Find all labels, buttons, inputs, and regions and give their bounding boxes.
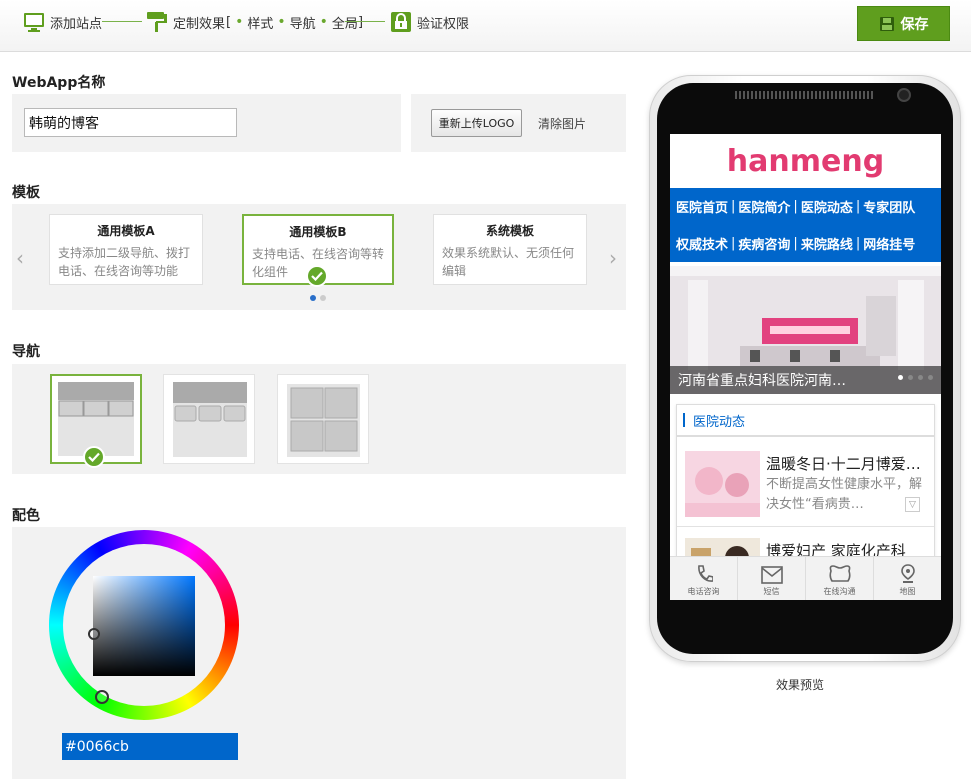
webapp-name-title: WebApp名称	[12, 75, 106, 91]
news-header-bar	[683, 413, 685, 427]
monitor-icon	[24, 13, 44, 32]
option-global[interactable]: 全局	[332, 13, 358, 32]
step-verify[interactable]: 验证权限	[390, 11, 469, 33]
nav-layout-preview	[287, 384, 360, 457]
tab-chat[interactable]: 在线沟通	[806, 557, 874, 600]
news-header-label: 医院动态	[693, 414, 746, 430]
step-connector	[102, 21, 142, 22]
menu-item[interactable]: 权威技术	[676, 234, 728, 253]
template-card-title: 通用模板B	[289, 225, 347, 239]
nav-option-rounded-tabs[interactable]	[163, 374, 255, 464]
envelope-icon	[760, 566, 783, 584]
template-card-system[interactable]: 系统模板 效果系统默认、无须任何编辑	[433, 214, 587, 285]
template-card-a[interactable]: 通用模板A 支持添加二级导航、拨打电话、在线咨询等功能	[49, 214, 203, 285]
banner-dots	[898, 375, 933, 380]
bullet-icon: •	[319, 14, 328, 30]
chevron-down-icon[interactable]: ▽	[905, 497, 920, 512]
sl-picker-handle[interactable]	[88, 628, 100, 640]
template-next-arrow[interactable]: ›	[609, 246, 617, 270]
menu-item[interactable]: 专家团队	[863, 197, 915, 216]
selected-check-icon	[83, 446, 105, 468]
save-button-label: 保存	[900, 16, 929, 33]
step-verify-label: 验证权限	[417, 16, 470, 32]
bullet-icon: •	[235, 14, 244, 30]
map-pin-icon	[900, 564, 915, 583]
preview-menu-row: 医院首页 | 医院简介 | 医院动态 | 专家团队	[676, 197, 916, 216]
tab-label: 短信	[763, 587, 780, 596]
tab-map[interactable]: 地图	[874, 557, 941, 600]
template-card-title: 通用模板A	[97, 224, 155, 238]
hex-color-input[interactable]	[62, 733, 238, 760]
pager-dot-active[interactable]	[310, 295, 316, 301]
template-card-desc: 支持添加二级导航、拨打电话、在线咨询等功能	[58, 246, 191, 278]
preview-logo-area: hanmeng	[670, 134, 941, 188]
menu-item[interactable]: 医院简介	[738, 197, 790, 216]
camera-icon	[897, 88, 911, 102]
nav-option-grid[interactable]	[277, 374, 369, 464]
bracket-open: [	[226, 14, 232, 30]
tab-sms[interactable]: 短信	[738, 557, 806, 600]
selected-check-icon	[306, 265, 328, 287]
speaker-grille	[735, 91, 873, 99]
option-nav[interactable]: 导航	[290, 13, 316, 32]
step-customize-options: [ • 样式 • 导航 • 全局 ]	[225, 13, 363, 32]
nav-title: 导航	[12, 344, 40, 360]
color-title: 配色	[12, 508, 40, 524]
news-title: 温暖冬日·十二月博爱…	[766, 455, 921, 473]
saturation-lightness-square[interactable]	[93, 576, 195, 676]
banner-caption-text: 河南省重点妇科医院河南…	[678, 373, 846, 389]
paint-roller-icon	[147, 12, 167, 32]
step-add-site-label: 添加站点	[50, 16, 103, 32]
lock-icon	[391, 12, 411, 32]
preview-caption: 效果预览	[776, 678, 825, 692]
menu-item[interactable]: 医院动态	[801, 197, 853, 216]
upload-logo-button[interactable]: 重新上传LOGO	[431, 109, 522, 137]
preview-banner[interactable]: 河南省重点妇科医院河南…	[670, 266, 941, 394]
bracket-close: ]	[357, 14, 364, 30]
menu-item[interactable]: 疾病咨询	[738, 234, 790, 253]
phone-icon	[697, 565, 713, 582]
template-prev-arrow[interactable]: ‹	[16, 246, 24, 270]
menu-item[interactable]: 网络挂号	[863, 234, 915, 253]
step-connector	[345, 21, 385, 22]
hue-picker-handle[interactable]	[95, 690, 109, 704]
save-button[interactable]: 保存	[857, 6, 950, 41]
nav-layout-preview	[173, 382, 247, 457]
tab-label: 在线沟通	[823, 587, 856, 596]
floppy-disk-icon	[879, 16, 894, 31]
news-item[interactable]: 温暖冬日·十二月博爱… 不断提高女性健康水平，解决女性“看病贵… ▽	[677, 443, 934, 527]
banner-caption: 河南省重点妇科医院河南…	[670, 366, 941, 394]
clear-image-link[interactable]: 清除图片	[538, 115, 586, 132]
news-thumbnail	[685, 451, 760, 517]
chat-bubble-icon	[829, 565, 850, 582]
preview-menu: 医院首页 | 医院简介 | 医院动态 | 专家团队 权威技术 | 疾病咨询 | 来院路线 |…	[670, 188, 941, 262]
news-header: 医院动态	[677, 405, 934, 437]
template-card-title: 系统模板	[485, 224, 534, 238]
step-customize-label: 定制效果	[173, 16, 226, 32]
pager-dot[interactable]	[320, 295, 326, 301]
preview-tabbar: 电话咨询 短信 在线沟通 地图	[670, 556, 941, 600]
bullet-icon: •	[277, 14, 286, 30]
tab-label: 地图	[899, 587, 916, 596]
template-title: 模板	[12, 185, 40, 201]
webapp-name-input[interactable]	[24, 108, 237, 137]
template-card-desc: 效果系统默认、无须任何编辑	[442, 246, 575, 278]
tab-label: 电话咨询	[687, 587, 720, 596]
menu-item[interactable]: 医院首页	[676, 197, 728, 216]
menu-item[interactable]: 来院路线	[801, 234, 853, 253]
preview-menu-row: 权威技术 | 疾病咨询 | 来院路线 | 网络挂号	[676, 234, 916, 253]
tab-phone[interactable]: 电话咨询	[670, 557, 738, 600]
preview-logo: hanmeng	[726, 143, 885, 179]
phone-screen: hanmeng 医院首页 | 医院简介 | 医院动态 | 专家团队 权威技术 | 疾病咨…	[670, 134, 941, 600]
option-style[interactable]: 样式	[247, 13, 273, 32]
step-customize[interactable]: 定制效果 [ • 样式 • 导航 • 全局 ]	[146, 11, 363, 33]
step-add-site[interactable]: 添加站点	[23, 11, 102, 33]
step-bar: 添加站点 定制效果 [ • 样式 • 导航 • 全局 ] 验证权限 保存	[0, 0, 971, 52]
